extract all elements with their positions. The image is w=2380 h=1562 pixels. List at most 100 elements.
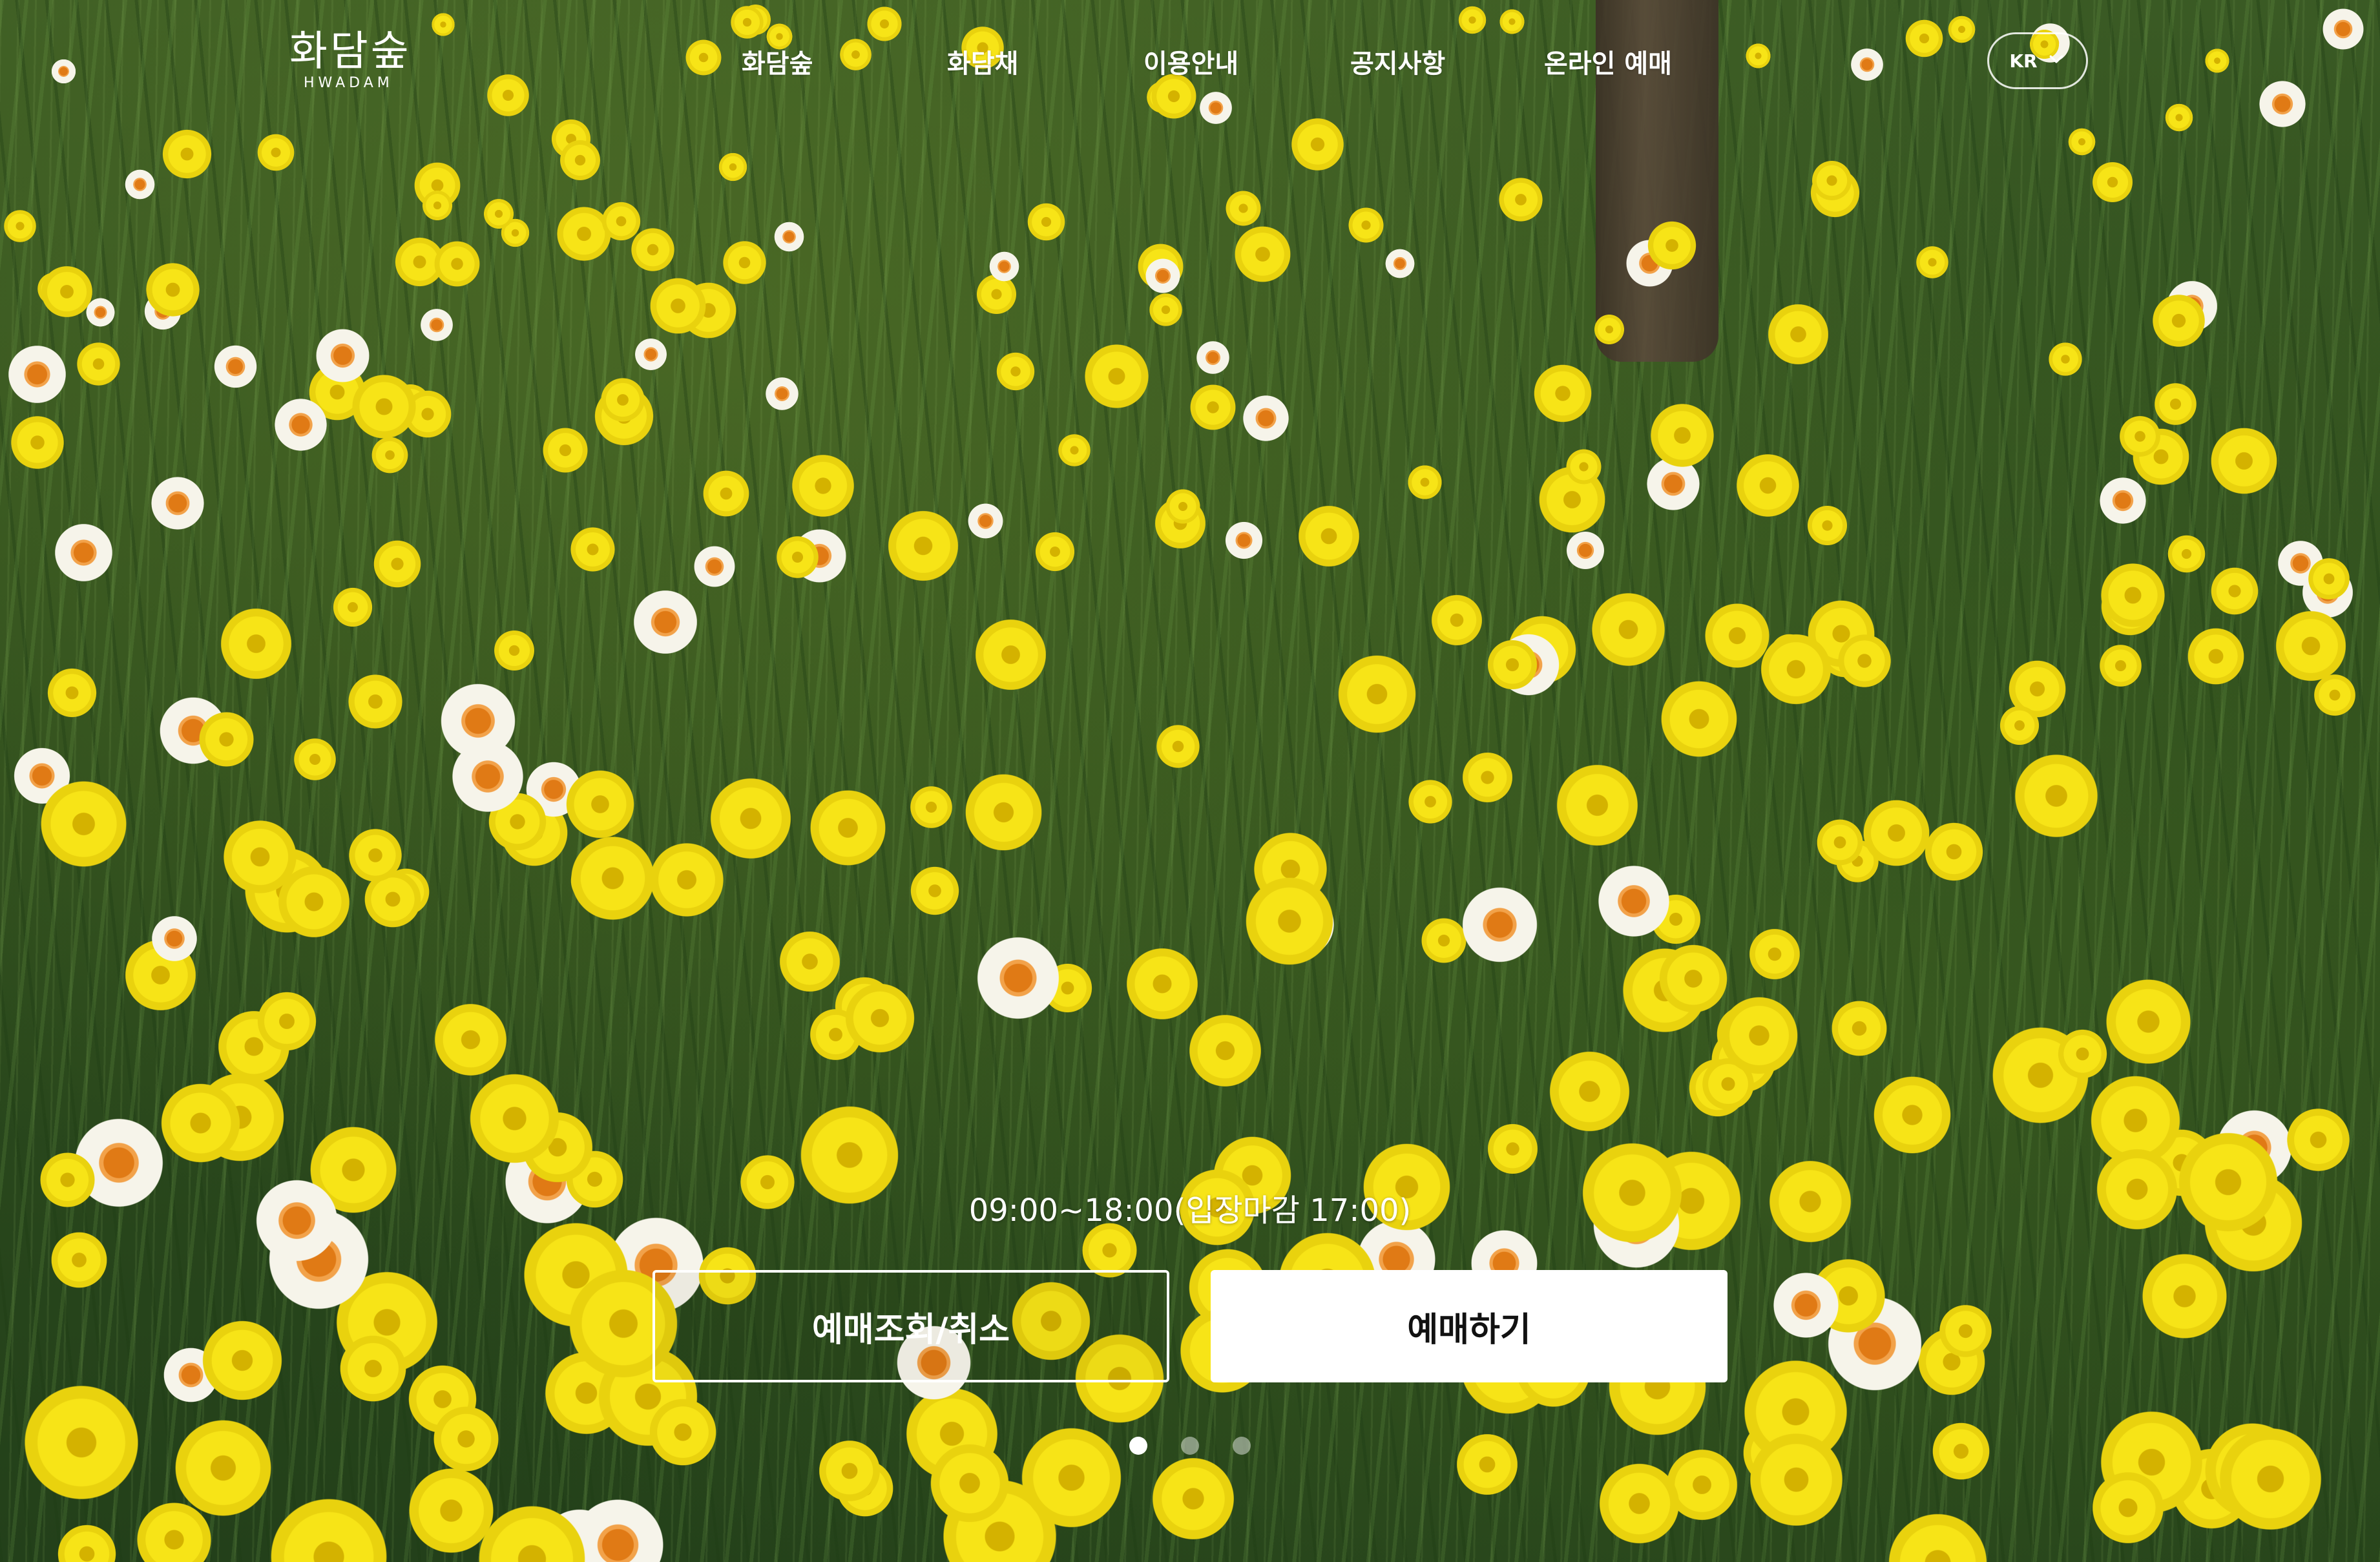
nav-item-notice[interactable]: 공지사항: [1350, 43, 1445, 80]
yellow-daffodil: [1814, 817, 1866, 868]
yellow-daffodil: [2088, 1468, 2168, 1548]
yellow-daffodil: [2010, 749, 2103, 842]
yellow-daffodil: [2090, 160, 2135, 205]
yellow-daffodil: [1333, 651, 1421, 738]
white-daffodil: [1222, 518, 1266, 563]
nav-item-online-booking[interactable]: 온라인 예매: [1544, 43, 1672, 80]
yellow-daffodil: [1406, 463, 1444, 501]
nav-item-hwadamchae[interactable]: 화담채: [947, 43, 1018, 80]
yellow-daffodil: [216, 604, 296, 683]
yellow-daffodil: [1545, 1047, 1634, 1136]
yellow-daffodil: [1224, 189, 1263, 228]
yellow-daffodil: [720, 238, 769, 287]
yellow-daffodil: [370, 435, 410, 475]
yellow-daffodil: [432, 238, 483, 289]
yellow-daffodil: [2101, 974, 2196, 1069]
white-daffodil: [147, 911, 202, 966]
yellow-daffodil: [566, 831, 660, 925]
white-daffodil: [49, 518, 118, 587]
yellow-daffodil: [558, 138, 603, 183]
nav-item-hwadam-forest[interactable]: 화담숲: [742, 43, 813, 80]
slide-dot-2[interactable]: [1181, 1437, 1199, 1455]
white-daffodil: [417, 306, 456, 344]
slide-pagination: [0, 1437, 2380, 1455]
yellow-daffodil: [2207, 424, 2281, 498]
yellow-daffodil: [1594, 1459, 1684, 1548]
yellow-daffodil: [1406, 777, 1455, 826]
yellow-daffodil: [1428, 592, 1485, 649]
yellow-daffodil: [2283, 1105, 2354, 1175]
white-daffodil: [690, 542, 739, 591]
yellow-daffodil: [1025, 201, 1067, 243]
yellow-daffodil: [1552, 760, 1643, 851]
yellow-daffodil: [600, 200, 643, 243]
nav-item-guide[interactable]: 이용안내: [1143, 43, 1238, 80]
yellow-daffodil: [198, 1316, 287, 1405]
yellow-daffodil: [961, 769, 1047, 855]
yellow-daffodil: [430, 999, 511, 1080]
yellow-daffodil: [345, 671, 406, 732]
yellow-daffodil: [717, 151, 749, 183]
yellow-daffodil: [331, 585, 375, 629]
yellow-daffodil: [1154, 722, 1202, 771]
white-daffodil: [1196, 89, 1235, 127]
yellow-daffodil: [1498, 8, 1526, 36]
yellow-daffodil: [430, 12, 456, 37]
white-daffodil: [146, 472, 209, 535]
yellow-daffodil: [1346, 205, 1386, 245]
yellow-daffodil: [143, 260, 203, 320]
yellow-daffodil: [788, 451, 858, 521]
yellow-daffodil: [806, 786, 890, 870]
yellow-daffodil: [774, 534, 821, 581]
yellow-daffodil: [1564, 447, 1603, 486]
yellow-daffodil: [1828, 997, 1890, 1059]
language-selector[interactable]: KR: [1987, 32, 2088, 89]
yellow-daffodil: [8, 413, 67, 472]
yellow-daffodil: [254, 988, 320, 1054]
yellow-daffodil: [1056, 432, 1092, 468]
yellow-daffodil: [865, 5, 904, 43]
yellow-daffodil: [2097, 559, 2169, 631]
yellow-daffodil: [1147, 291, 1184, 328]
yellow-daffodil: [645, 1395, 720, 1470]
yellow-daffodil: [465, 1068, 565, 1169]
yellow-daffodil: [1240, 872, 1339, 970]
yellow-daffodil: [1485, 1121, 1541, 1177]
white-daffodil: [1591, 859, 1676, 944]
yellow-daffodil: [2097, 642, 2144, 689]
yellow-daffodil: [2067, 127, 2097, 157]
white-daffodil: [627, 584, 704, 660]
yellow-daffodil: [1122, 944, 1202, 1024]
yellow-daffodil: [2166, 533, 2208, 575]
yellow-daffodil: [1746, 926, 1803, 983]
yellow-daffodil: [776, 928, 844, 995]
yellow-daffodil: [1164, 487, 1202, 526]
yellow-daffodil: [482, 197, 516, 231]
yellow-daffodil: [1081, 340, 1153, 412]
booking-lookup-cancel-button[interactable]: 예매조회/취소: [652, 1270, 1169, 1382]
yellow-daffodil: [1947, 14, 1977, 45]
yellow-daffodil: [2149, 291, 2208, 350]
white-daffodil: [445, 734, 530, 819]
yellow-daffodil: [1656, 676, 1742, 762]
yellow-daffodil: [1655, 941, 1731, 1017]
yellow-daffodil: [1485, 637, 1540, 692]
slide-dot-1[interactable]: [1129, 1437, 1147, 1455]
yellow-daffodil: [598, 375, 647, 424]
slide-dot-3[interactable]: [1233, 1437, 1251, 1455]
yellow-daffodil: [647, 275, 709, 337]
yellow-daffodil: [1835, 631, 1894, 691]
yellow-daffodil: [291, 736, 339, 783]
white-daffodil: [2095, 473, 2151, 528]
yellow-daffodil: [48, 1229, 110, 1291]
yellow-daffodil: [1859, 796, 1934, 870]
white-daffodil: [1383, 246, 1417, 281]
yellow-daffodil: [2137, 1249, 2232, 1344]
yellow-daffodil: [1187, 382, 1238, 433]
book-now-button[interactable]: 예매하기: [1211, 1270, 1728, 1382]
yellow-daffodil: [1757, 630, 1835, 709]
yellow-daffodil: [336, 1331, 410, 1406]
yellow-daffodil: [1288, 115, 1347, 174]
yellow-daffodil: [255, 132, 297, 173]
yellow-daffodil: [1457, 5, 1488, 36]
